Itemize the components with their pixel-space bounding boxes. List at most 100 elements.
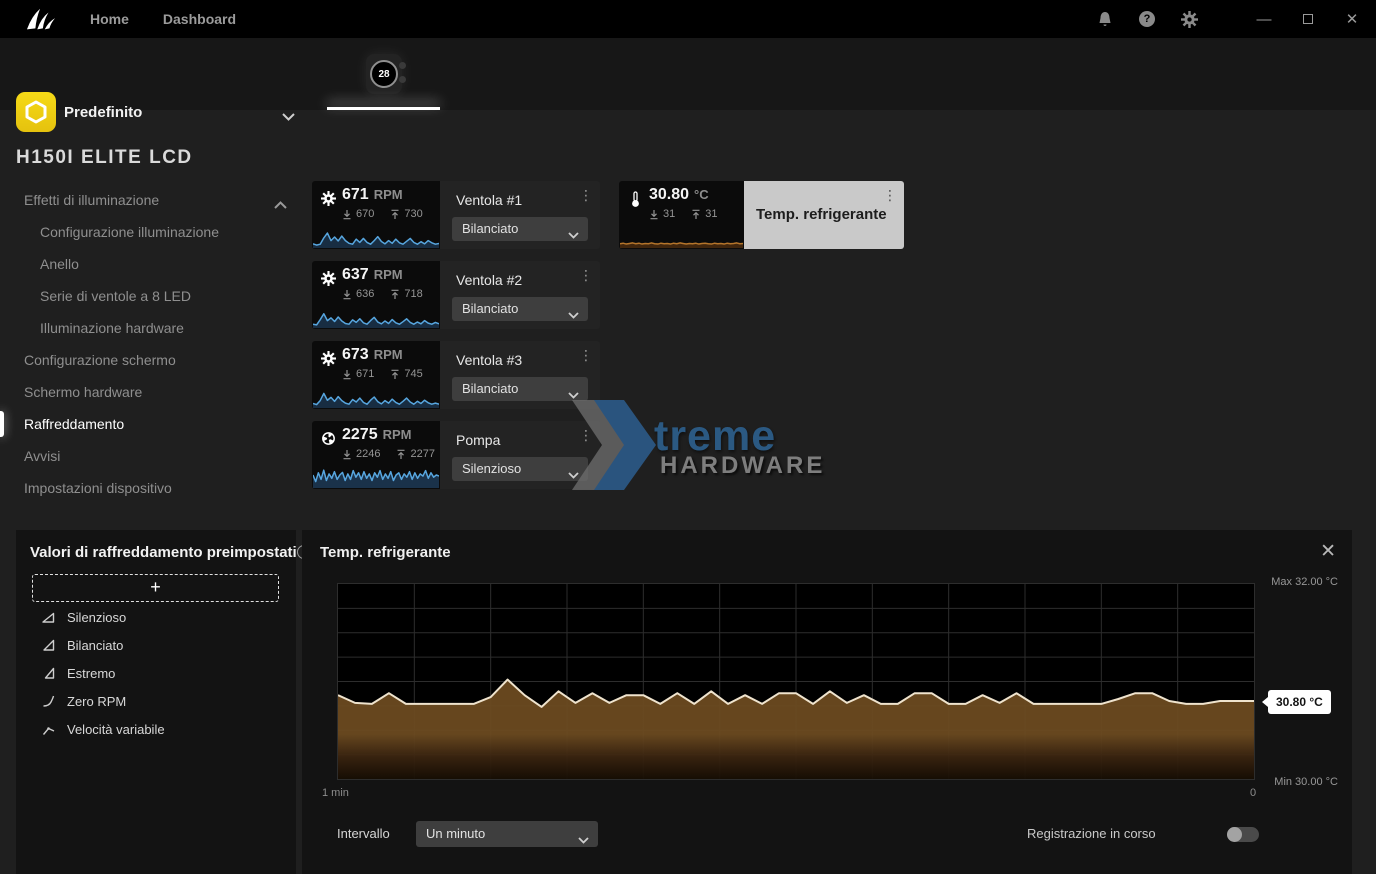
fan3-sparkline bbox=[313, 386, 439, 408]
kebab-menu-icon[interactable]: ⋮ bbox=[579, 348, 593, 362]
coolant-temp-widget: 30.80°C 31 31 Temp. refrigerante ⋮ bbox=[619, 181, 904, 249]
pump-widget: 2275RPM 2246 2277 Pompa ⋮ Silenzioso bbox=[312, 421, 600, 489]
nav-home[interactable]: Home bbox=[90, 11, 129, 27]
chevron-down-icon[interactable] bbox=[282, 108, 295, 126]
fan1-rpm-value: 671 bbox=[342, 186, 369, 203]
min-arrow-icon bbox=[342, 289, 352, 300]
sidebar-item-effetti-illuminazione[interactable]: Effetti di illuminazione bbox=[24, 186, 159, 214]
sidebar-item-impostazioni-dispositivo[interactable]: Impostazioni dispositivo bbox=[24, 474, 172, 502]
y-min-label: Min 30.00 °C bbox=[1274, 776, 1338, 788]
lcd-pump-thumbnail: 28 bbox=[366, 54, 402, 94]
fan-icon bbox=[321, 351, 336, 371]
chevron-down-icon bbox=[568, 466, 579, 484]
fan1-control: Ventola #1 ⋮ Bilanciato bbox=[440, 181, 600, 249]
fan3-rpm-value: 673 bbox=[342, 346, 369, 363]
coolant-chart-panel: Temp. refrigerante ✕ Max 32.00 °C Min 30… bbox=[302, 530, 1352, 874]
pump-control: Pompa ⋮ Silenzioso bbox=[440, 421, 600, 489]
kebab-menu-icon[interactable]: ⋮ bbox=[579, 268, 593, 282]
fan-icon bbox=[321, 271, 336, 291]
recording-toggle[interactable] bbox=[1227, 827, 1259, 842]
curve-ramp-icon bbox=[42, 666, 56, 680]
nav-dashboard[interactable]: Dashboard bbox=[163, 11, 236, 27]
minimize-button[interactable]: — bbox=[1254, 11, 1274, 28]
profile-name[interactable]: Predefinito bbox=[64, 104, 142, 121]
sidebar-item-schermo-hardware[interactable]: Schermo hardware bbox=[24, 378, 142, 406]
close-button[interactable]: ✕ bbox=[1342, 10, 1362, 28]
pump-sparkline bbox=[313, 462, 439, 488]
fan2-mode-dropdown[interactable]: Bilanciato bbox=[452, 297, 588, 321]
chevron-down-icon bbox=[568, 226, 579, 244]
add-preset-button[interactable]: + bbox=[32, 574, 279, 602]
maximize-button[interactable] bbox=[1298, 11, 1318, 28]
fan2-min: 636 bbox=[356, 288, 374, 300]
fan2-rpm-value: 637 bbox=[342, 266, 369, 283]
rpm-unit: RPM bbox=[383, 427, 412, 442]
preset-estremo[interactable]: Estremo bbox=[42, 660, 272, 686]
close-icon[interactable]: ✕ bbox=[1320, 540, 1336, 563]
pump-icon bbox=[321, 431, 336, 451]
min-arrow-icon bbox=[342, 449, 352, 460]
profile-bar: Predefinito 28 bbox=[0, 38, 1376, 110]
fan3-widget: 673RPM 671 745 Ventola #3 ⋮ Bilanciato bbox=[312, 341, 600, 409]
fan2-name: Ventola #2 bbox=[456, 272, 522, 288]
pump-max: 2277 bbox=[410, 448, 434, 460]
coolant-temp-name: Temp. refrigerante bbox=[756, 181, 887, 249]
coolant-temp-stats: 30.80°C 31 31 bbox=[619, 181, 744, 249]
sidebar-item-serie-ventole[interactable]: Serie di ventole a 8 LED bbox=[40, 282, 191, 310]
active-item-indicator bbox=[0, 411, 4, 437]
kebab-menu-icon[interactable]: ⋮ bbox=[579, 428, 593, 442]
kebab-menu-icon[interactable]: ⋮ bbox=[883, 188, 897, 202]
coolant-temp-selected[interactable]: Temp. refrigerante ⋮ bbox=[744, 181, 904, 249]
sidebar-item-illuminazione-hardware[interactable]: Illuminazione hardware bbox=[40, 314, 184, 342]
curve-ramp-icon bbox=[42, 638, 56, 652]
fan3-mode-dropdown[interactable]: Bilanciato bbox=[452, 377, 588, 401]
fan2-stats: 637RPM 636 718 bbox=[312, 261, 440, 329]
fan3-name: Ventola #3 bbox=[456, 352, 522, 368]
current-value-pill: 30.80 °C bbox=[1268, 690, 1331, 714]
max-arrow-icon bbox=[390, 209, 400, 220]
chevron-down-icon bbox=[568, 306, 579, 324]
pump-name: Pompa bbox=[456, 432, 500, 448]
preset-silenzioso[interactable]: Silenzioso bbox=[42, 604, 272, 630]
chevron-up-icon[interactable] bbox=[274, 196, 287, 214]
sidebar-item-raffreddamento[interactable]: Raffreddamento bbox=[24, 410, 124, 438]
help-icon[interactable]: ? bbox=[1138, 10, 1156, 28]
settings-gear-icon[interactable] bbox=[1180, 10, 1198, 28]
preset-velocita-variabile[interactable]: Velocità variabile bbox=[42, 716, 272, 742]
min-arrow-icon bbox=[649, 209, 659, 220]
pump-rpm-value: 2275 bbox=[342, 426, 378, 443]
max-arrow-icon bbox=[396, 449, 406, 460]
recording-label: Registrazione in corso bbox=[1027, 821, 1156, 847]
cooling-presets-panel: Valori di raffreddamento preimpostati + … bbox=[16, 530, 296, 874]
fan3-max: 745 bbox=[404, 368, 422, 380]
fan1-max: 730 bbox=[404, 208, 422, 220]
top-bar: Home Dashboard ? — bbox=[0, 0, 1376, 38]
min-arrow-icon bbox=[342, 209, 352, 220]
fan1-sparkline bbox=[313, 226, 439, 248]
rpm-unit: RPM bbox=[374, 187, 403, 202]
fan-icon bbox=[321, 191, 336, 211]
sidebar-item-avvisi[interactable]: Avvisi bbox=[24, 442, 60, 470]
rpm-unit: RPM bbox=[374, 347, 403, 362]
kebab-menu-icon[interactable]: ⋮ bbox=[579, 188, 593, 202]
sidebar-item-anello[interactable]: Anello bbox=[40, 250, 79, 278]
preset-zero-rpm[interactable]: Zero RPM bbox=[42, 688, 272, 714]
chevron-down-icon bbox=[568, 386, 579, 404]
notifications-bell-icon[interactable] bbox=[1096, 10, 1114, 28]
interval-dropdown[interactable]: Un minuto bbox=[416, 821, 598, 847]
profile-icon[interactable] bbox=[16, 92, 56, 132]
sidebar-item-configurazione-illuminazione[interactable]: Configurazione illuminazione bbox=[40, 218, 219, 246]
sidebar-item-configurazione-schermo[interactable]: Configurazione schermo bbox=[24, 346, 176, 374]
preset-bilanciato[interactable]: Bilanciato bbox=[42, 632, 272, 658]
pump-mode-dropdown[interactable]: Silenzioso bbox=[452, 457, 588, 481]
chart-title: Temp. refrigerante bbox=[320, 544, 451, 561]
device-tab-h150i[interactable]: 28 bbox=[327, 38, 440, 110]
fan1-name: Ventola #1 bbox=[456, 192, 522, 208]
celsius-unit: °C bbox=[694, 187, 709, 202]
fan2-max: 718 bbox=[404, 288, 422, 300]
presets-title: Valori di raffreddamento preimpostati bbox=[30, 544, 297, 561]
coolant-sparkline bbox=[620, 230, 743, 248]
lcd-screen-value: 28 bbox=[370, 60, 398, 88]
x-axis-end-label: 0 bbox=[1250, 787, 1256, 799]
fan1-mode-dropdown[interactable]: Bilanciato bbox=[452, 217, 588, 241]
